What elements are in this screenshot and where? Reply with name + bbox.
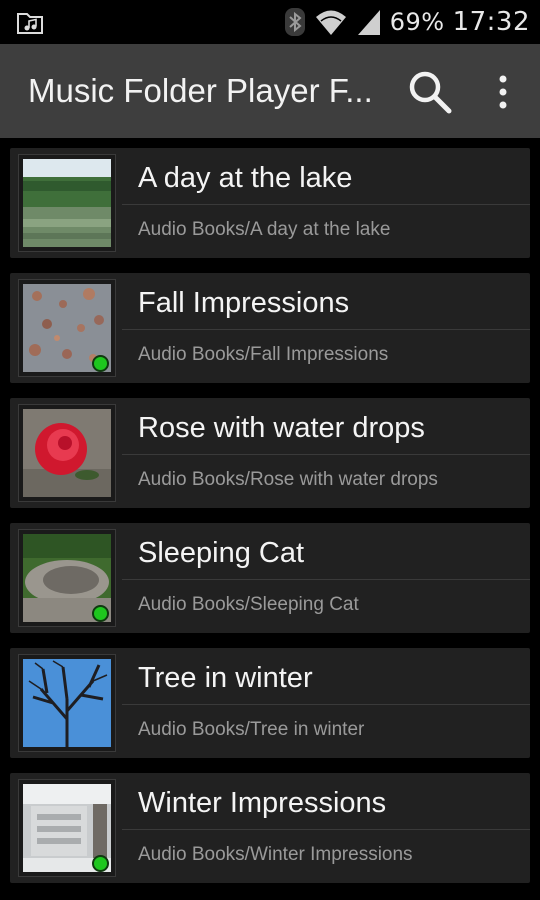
divider xyxy=(122,579,530,580)
tree-thumbnail-image xyxy=(23,659,111,747)
folder-title: Fall Impressions xyxy=(138,287,350,319)
playing-indicator xyxy=(92,355,109,372)
list-item[interactable]: Tree in winter Audio Books/Tree in winte… xyxy=(10,648,530,758)
wifi-icon xyxy=(315,10,346,35)
folder-title: Tree in winter xyxy=(138,662,313,694)
folder-path: Audio Books/Fall Impressions xyxy=(138,344,389,365)
folder-path: Audio Books/Tree in winter xyxy=(138,719,365,740)
playing-indicator xyxy=(92,855,109,872)
playing-indicator xyxy=(92,605,109,622)
folder-title: A day at the lake xyxy=(138,162,353,194)
folder-path: Audio Books/Sleeping Cat xyxy=(138,594,359,615)
app-title: Music Folder Player F... xyxy=(28,72,373,109)
status-bar: 69% 17:32 xyxy=(0,0,540,44)
battery-level: 69% xyxy=(389,8,445,36)
folder-path: Audio Books/Winter Impressions xyxy=(138,844,413,865)
folder-title: Sleeping Cat xyxy=(138,537,305,569)
divider xyxy=(122,204,530,205)
divider xyxy=(122,329,530,330)
action-bar: Music Folder Player F... xyxy=(0,44,540,139)
list-item[interactable]: A day at the lake Audio Books/A day at t… xyxy=(10,148,530,258)
divider xyxy=(122,704,530,705)
overflow-menu-icon[interactable] xyxy=(484,66,522,118)
folder-title: Rose with water drops xyxy=(138,412,425,444)
signal-icon xyxy=(357,10,380,35)
folder-thumbnail xyxy=(18,654,116,752)
folder-path: Audio Books/A day at the lake xyxy=(138,219,391,240)
folder-path: Audio Books/Rose with water drops xyxy=(138,469,438,490)
divider xyxy=(122,454,530,455)
rose-thumbnail-image xyxy=(23,409,111,497)
lake-thumbnail-image xyxy=(23,159,111,247)
folder-thumbnail xyxy=(18,404,116,502)
clock: 17:32 xyxy=(452,7,530,37)
music-folder-icon xyxy=(17,13,43,34)
list-item[interactable]: Sleeping Cat Audio Books/Sleeping Cat xyxy=(10,523,530,633)
list-item[interactable]: Rose with water drops Audio Books/Rose w… xyxy=(10,398,530,508)
list-item[interactable]: Fall Impressions Audio Books/Fall Impres… xyxy=(10,273,530,383)
divider xyxy=(122,829,530,830)
list-item[interactable]: Winter Impressions Audio Books/Winter Im… xyxy=(10,773,530,883)
folder-title: Winter Impressions xyxy=(138,787,387,819)
search-icon[interactable] xyxy=(404,66,456,118)
folder-list[interactable]: A day at the lake Audio Books/A day at t… xyxy=(0,138,540,900)
bluetooth-icon xyxy=(284,8,305,36)
folder-thumbnail xyxy=(18,154,116,252)
